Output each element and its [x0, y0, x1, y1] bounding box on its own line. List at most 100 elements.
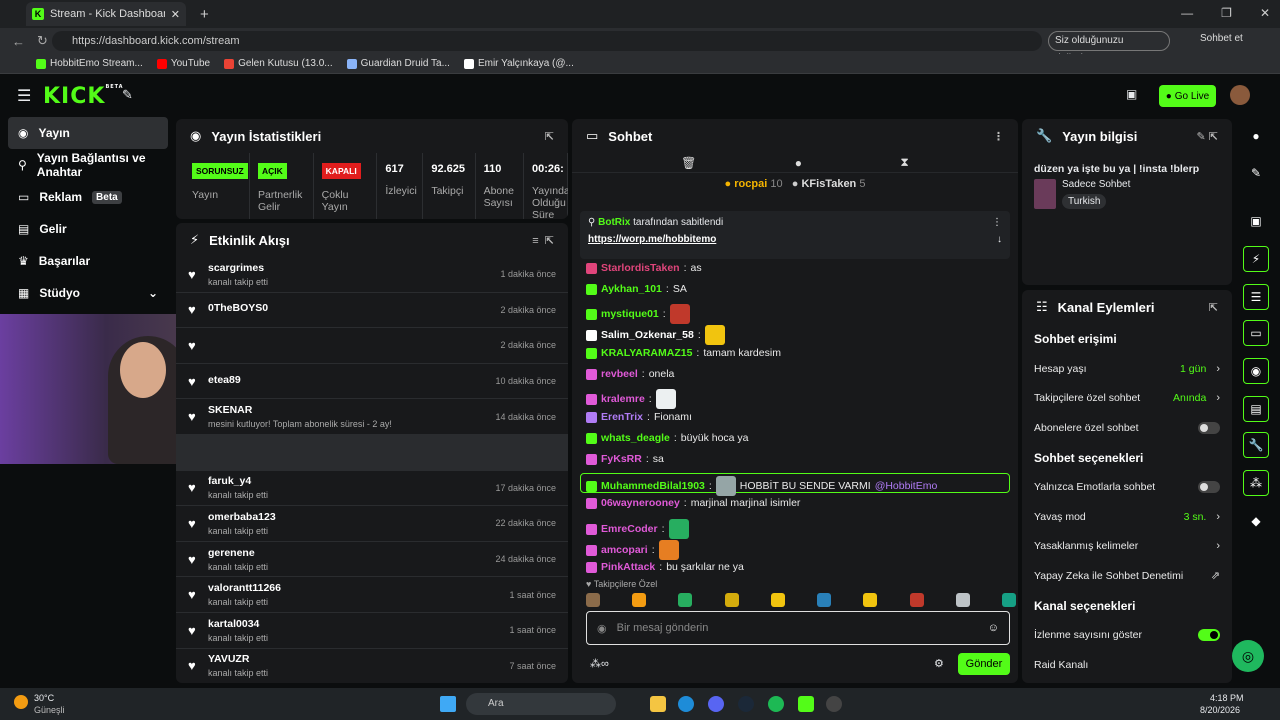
- action-row[interactable]: Raid Kanalı: [1022, 650, 1232, 680]
- bookmark-item[interactable]: Guardian Druid Ta...: [346, 58, 450, 69]
- chat-username[interactable]: whats_deagle: [601, 432, 670, 444]
- sidebar-item-revenue[interactable]: ▤ Gelir: [0, 213, 172, 245]
- feed-username[interactable]: valorantt11266: [208, 582, 281, 594]
- feed-row[interactable]: ♥ SKENAR mesini kutluyor! Toplam abonelik …: [176, 399, 568, 435]
- feed-username[interactable]: etea89: [208, 374, 241, 386]
- tag-icon[interactable]: ◆: [1243, 508, 1269, 534]
- fullscreen-icon[interactable]: ▣: [1126, 87, 1137, 101]
- menu-icon[interactable]: ☰: [17, 86, 31, 106]
- feed-row[interactable]: ♥ 2 dakika önce: [176, 328, 568, 364]
- popout-icon[interactable]: ⇱: [545, 130, 554, 143]
- chat-username[interactable]: MuhammedBilal1903: [601, 480, 705, 492]
- pin-icon[interactable]: ✎: [122, 87, 133, 103]
- bookmark-item[interactable]: HobbitEmo Stream...: [36, 58, 143, 69]
- minimize-icon[interactable]: —: [1181, 6, 1193, 20]
- action-row[interactable]: Yasaklanmış kelimeler ›: [1022, 532, 1232, 562]
- smile-icon[interactable]: ☺: [988, 622, 999, 634]
- sidebar-item-achievements[interactable]: ♛ Başarılar: [0, 245, 172, 277]
- message-icon[interactable]: ●: [795, 156, 802, 170]
- emote-shortcut[interactable]: [678, 593, 693, 607]
- chat-username[interactable]: ErenTrix: [601, 411, 643, 423]
- action-row[interactable]: Abonelere özel sohbet: [1022, 413, 1232, 443]
- edit-icon[interactable]: ✎: [1243, 160, 1269, 186]
- feed-row[interactable]: ♥ faruk_y4 kanalı takip etti 17 dakika önce: [176, 471, 568, 507]
- go-live-button[interactable]: ● Go Live: [1159, 85, 1216, 107]
- chat-input[interactable]: ◉ Bir mesaj gönderin ☺: [586, 611, 1010, 645]
- back-icon[interactable]: ←: [12, 34, 25, 49]
- info-icon[interactable]: ●: [1243, 123, 1269, 149]
- feed-username[interactable]: gerenene: [208, 547, 268, 559]
- feed-row[interactable]: [176, 434, 568, 471]
- emote-shortcut[interactable]: [770, 593, 785, 607]
- sidebar-item-studio[interactable]: ▦ Stüdyo ⌄: [0, 277, 172, 309]
- sidebar-item-yayin[interactable]: ◉ Yayın: [8, 117, 168, 149]
- chat-username[interactable]: kralemre: [601, 393, 645, 405]
- action-row[interactable]: İzlenme sayısını göster: [1022, 621, 1232, 651]
- maximize-icon[interactable]: ❐: [1221, 6, 1232, 20]
- kick-app-icon[interactable]: [798, 696, 814, 712]
- layout-icon[interactable]: ▤: [1243, 396, 1269, 422]
- bolt-icon[interactable]: ⚡: [1243, 246, 1269, 272]
- feed-row[interactable]: ♥ etea89 10 dakika önce: [176, 364, 568, 400]
- sign-in-button[interactable]: Siz olduğunuzu doğrulayın: [1048, 31, 1170, 64]
- emote-shortcut[interactable]: [955, 593, 970, 607]
- edit-icon[interactable]: ✎ ⇱: [1197, 130, 1219, 143]
- emote-shortcut[interactable]: [632, 593, 647, 607]
- emote-shortcut[interactable]: [724, 593, 739, 607]
- spotify-icon[interactable]: [768, 696, 784, 712]
- obs-icon[interactable]: [826, 696, 842, 712]
- toggle-switch[interactable]: [1198, 421, 1220, 434]
- bookmark-item[interactable]: Gelen Kutusu (13.0...: [224, 58, 333, 69]
- filter-icon[interactable]: ≡ ⇱: [532, 234, 554, 247]
- chat-mention[interactable]: @HobbitEmo: [875, 480, 938, 492]
- chat-icon[interactable]: ▭: [1243, 320, 1269, 346]
- action-row[interactable]: Yavaş mod 3 sn. ›: [1022, 502, 1232, 532]
- taskbar-search[interactable]: Ara: [466, 693, 616, 715]
- chat-username[interactable]: mystique01: [601, 308, 659, 320]
- feed-row[interactable]: ♥ 0TheBOYS0 2 dakika önce: [176, 293, 568, 329]
- sidebar-item-ads[interactable]: ▭ Reklam Beta: [0, 181, 172, 213]
- file-explorer-icon[interactable]: [650, 696, 666, 712]
- help-button[interactable]: ◎: [1232, 640, 1264, 672]
- wrench-icon[interactable]: 🔧: [1243, 432, 1269, 458]
- feed-username[interactable]: scargrimes: [208, 262, 268, 274]
- media-icon[interactable]: ▣: [1243, 208, 1269, 234]
- chat-username[interactable]: EmreCoder: [601, 523, 658, 535]
- toggle-switch[interactable]: [1198, 629, 1220, 642]
- browser-tab[interactable]: K Stream - Kick Dashboard ✕: [26, 2, 186, 26]
- category-name[interactable]: Sadece Sohbet: [1062, 179, 1130, 190]
- copilot-chat-button[interactable]: Sohbet et: [1200, 33, 1243, 44]
- action-row[interactable]: Yapay Zeka ile Sohbet Denetimi ⇗: [1022, 561, 1232, 591]
- avatar[interactable]: [1230, 85, 1250, 105]
- emote-shortcut[interactable]: [909, 593, 924, 607]
- feed-username[interactable]: omerbaba123: [208, 511, 276, 523]
- popout-icon[interactable]: ⇱: [1209, 301, 1218, 314]
- chat-username[interactable]: amcopari: [601, 544, 648, 556]
- feed-row[interactable]: ♥ valorantt11266 kanalı takip etti 1 saat ö…: [176, 577, 568, 613]
- toggle-switch[interactable]: [1198, 481, 1220, 494]
- url-input[interactable]: https://dashboard.kick.com/stream: [52, 31, 1042, 51]
- discord-icon[interactable]: [708, 696, 724, 712]
- emote-shortcut[interactable]: [1001, 593, 1016, 607]
- hourglass-icon[interactable]: ⧗: [900, 155, 908, 170]
- kick-logo[interactable]: KICKBETA: [43, 84, 124, 109]
- people-icon[interactable]: ⁂: [1243, 470, 1269, 496]
- chat-username[interactable]: revbeel: [601, 368, 638, 380]
- list-icon[interactable]: ☰: [1243, 284, 1269, 310]
- close-window-icon[interactable]: ✕: [1260, 6, 1270, 20]
- reload-icon[interactable]: ↻: [37, 33, 48, 49]
- edge-icon[interactable]: [678, 696, 694, 712]
- trash-icon[interactable]: 🗑: [681, 156, 696, 170]
- steam-icon[interactable]: [738, 696, 754, 712]
- collapse-icon[interactable]: ↓: [997, 234, 1002, 245]
- send-button[interactable]: Gönder: [958, 653, 1010, 675]
- feed-row[interactable]: ♥ gerenene kanalı takip etti 24 dakika önce: [176, 542, 568, 578]
- feed-username[interactable]: kartal0034: [208, 618, 268, 630]
- chat-username[interactable]: KRALYARAMAZ15: [601, 347, 692, 359]
- chat-username[interactable]: PinkAttack: [601, 561, 655, 573]
- feed-username[interactable]: YAVUZR: [208, 653, 268, 665]
- more-icon[interactable]: ⋮: [993, 130, 1004, 143]
- chat-username[interactable]: Aykhan_101: [601, 283, 662, 295]
- action-row[interactable]: Takipçilere özel sohbet Anında ›: [1022, 384, 1232, 414]
- new-tab-icon[interactable]: +: [200, 6, 209, 23]
